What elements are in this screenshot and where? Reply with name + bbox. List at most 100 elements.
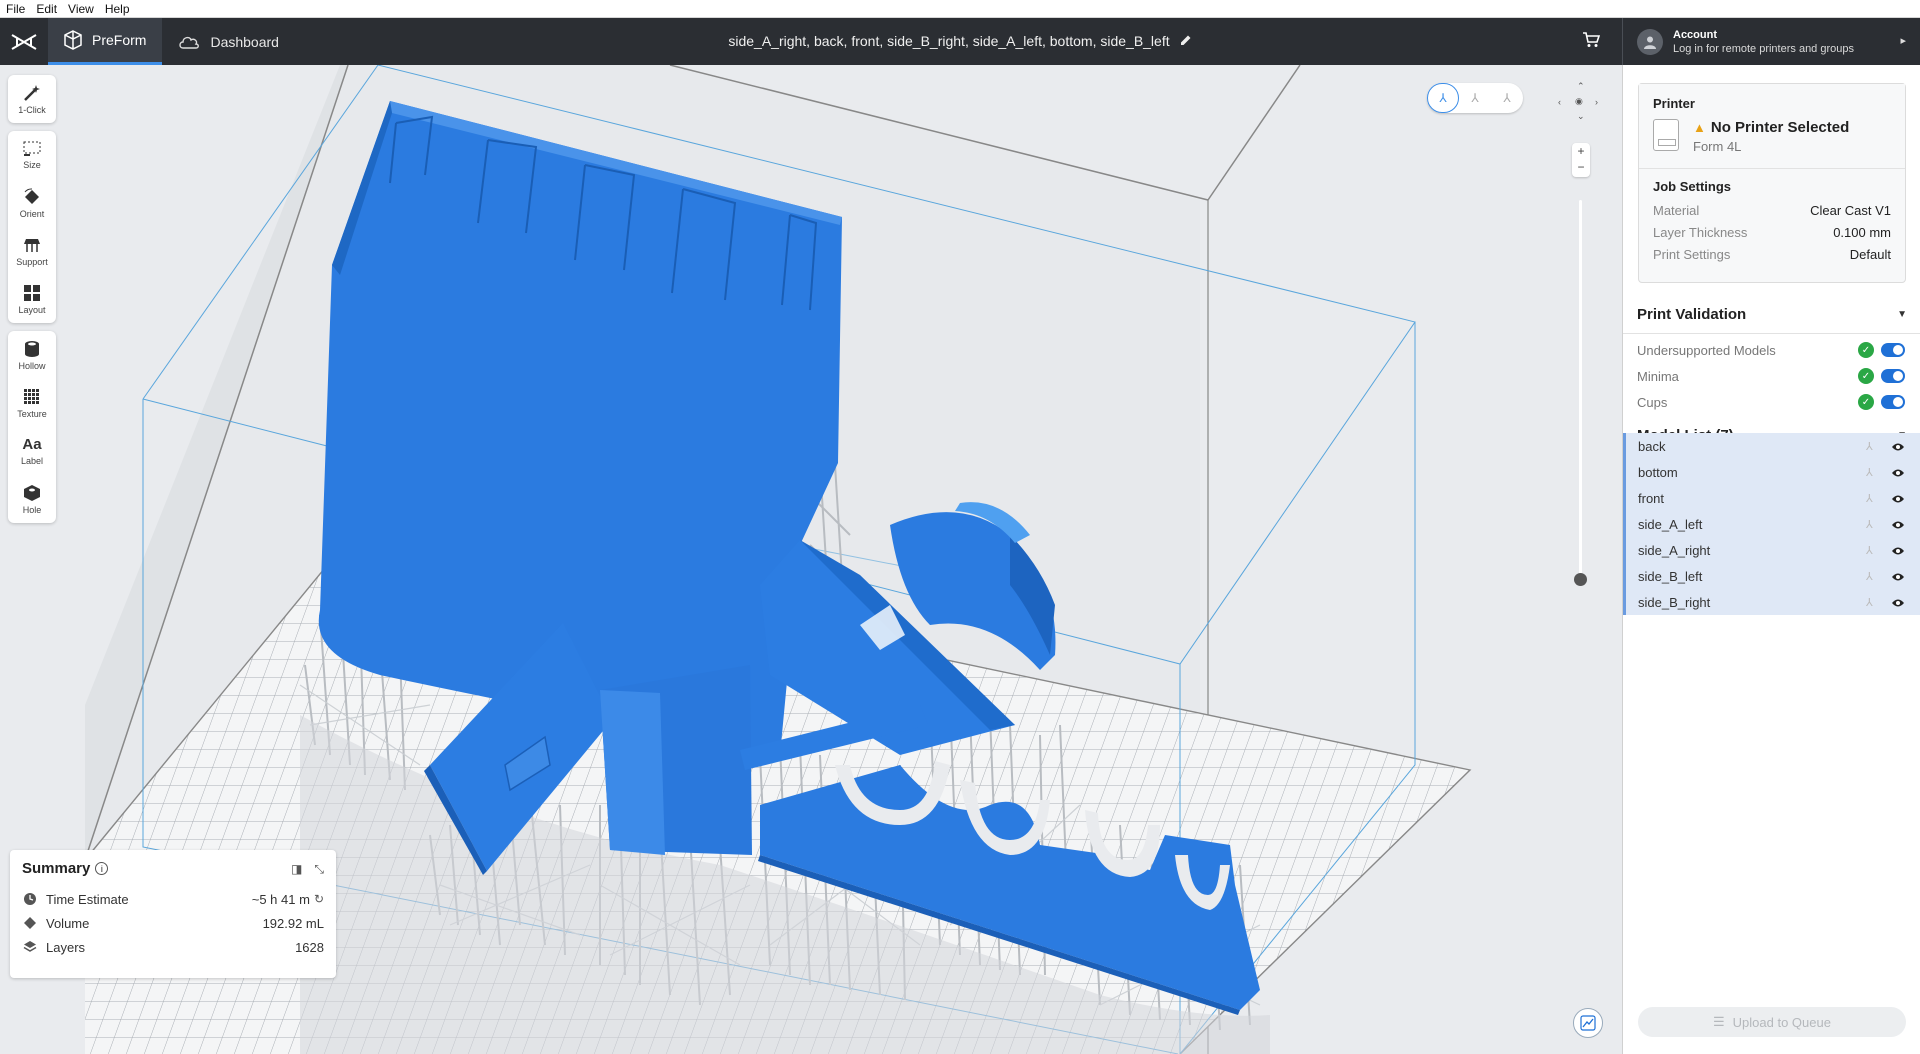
layout-icon — [24, 284, 40, 301]
model-name: side_B_right — [1638, 594, 1711, 610]
tool-label: 1-Click — [18, 104, 46, 115]
formlabs-logo-icon[interactable] — [0, 18, 48, 65]
chevron-down-icon[interactable]: ⌄ — [1577, 111, 1585, 122]
cloud-icon — [179, 36, 200, 49]
hollow-icon — [25, 340, 39, 357]
visibility-eye-icon[interactable] — [1891, 518, 1905, 533]
tool-group-oneclick: 1-Click — [8, 75, 56, 123]
model-name: side_B_left — [1638, 568, 1703, 584]
menu-edit[interactable]: Edit — [36, 2, 57, 16]
summary-row-label: Volume — [46, 915, 90, 931]
job-setting-value: Clear Cast V1 — [1810, 202, 1891, 218]
tool-size[interactable]: Size — [8, 131, 56, 179]
validation-label: Undersupported Models — [1637, 342, 1776, 358]
view-mode-3-button[interactable]: ⅄ — [1491, 83, 1523, 113]
validation-toggle[interactable] — [1881, 343, 1905, 357]
tool-orient[interactable]: Orient — [8, 179, 56, 227]
zoom-control: + − — [1572, 143, 1590, 177]
view-mode-1-button[interactable]: ⅄ — [1427, 83, 1459, 113]
summary-title: Summary — [22, 860, 91, 877]
visibility-eye-icon[interactable] — [1891, 544, 1905, 559]
panel-toggle-icon[interactable]: ◨ — [291, 862, 302, 877]
menu-file[interactable]: File — [6, 2, 25, 16]
chevron-left-icon[interactable]: ‹ — [1558, 97, 1561, 107]
model-name: side_A_right — [1638, 542, 1711, 558]
model-list-item[interactable]: side_A_left ⅄ — [1623, 511, 1920, 537]
model-list-item[interactable]: side_B_left ⅄ — [1623, 563, 1920, 589]
support-status-icon: ⅄ — [1866, 596, 1873, 609]
model-name: side_A_left — [1638, 516, 1703, 532]
visibility-eye-icon[interactable] — [1891, 440, 1905, 455]
eye-icon[interactable]: ◉ — [1575, 96, 1583, 107]
tool-support[interactable]: Support — [8, 227, 56, 275]
check-icon: ✓ — [1858, 342, 1874, 358]
tool-oneclick[interactable]: 1-Click — [8, 75, 56, 123]
upload-to-queue-button[interactable]: ☰ Upload to Queue — [1638, 1007, 1906, 1037]
upload-label: Upload to Queue — [1732, 1014, 1831, 1030]
model-list-item[interactable]: front ⅄ — [1623, 485, 1920, 511]
zoom-in-icon[interactable]: + — [1572, 143, 1590, 159]
account-button[interactable]: Account Log in for remote printers and g… — [1622, 18, 1920, 65]
hole-icon — [24, 484, 40, 501]
texture-icon — [24, 388, 39, 404]
collapse-icon[interactable]: ⤡ — [314, 862, 324, 877]
summary-row-value: ~5 h 41 m — [251, 891, 310, 907]
model-list-item[interactable]: side_A_right ⅄ — [1623, 537, 1920, 563]
tab-dashboard[interactable]: Dashboard — [162, 18, 295, 65]
job-title[interactable]: side_A_right, back, front, side_B_right,… — [540, 33, 1380, 49]
job-setting-value: 0.100 mm — [1833, 224, 1891, 240]
model-name: front — [1638, 490, 1665, 506]
avatar — [1637, 28, 1663, 55]
validation-toggle[interactable] — [1881, 369, 1905, 383]
tool-texture[interactable]: Texture — [8, 379, 56, 427]
camera-navigation[interactable]: ⌃ ‹ ◉ › ⌄ — [1555, 81, 1607, 131]
visibility-eye-icon[interactable] — [1891, 596, 1905, 611]
tool-layout[interactable]: Layout — [8, 275, 56, 323]
info-icon[interactable]: i — [95, 862, 109, 875]
print-validation-header[interactable]: Print Validation ▼ — [1623, 296, 1920, 334]
menu-view[interactable]: View — [68, 2, 94, 16]
support-status-icon: ⅄ — [1866, 544, 1873, 557]
validation-label: Cups — [1637, 394, 1668, 410]
check-icon: ✓ — [1858, 394, 1874, 410]
tab-dashboard-label: Dashboard — [210, 33, 279, 50]
scene-viewport[interactable]: 1-Click Size Orient Support Layout Hollo… — [0, 65, 1622, 1054]
summary-row-label: Time Estimate — [46, 891, 129, 907]
scene-settings-button[interactable] — [1573, 1008, 1603, 1038]
visibility-eye-icon[interactable] — [1891, 492, 1905, 507]
printer-card[interactable]: Printer ▲ No Printer Selected Form 4L Job… — [1638, 83, 1906, 283]
chevron-up-icon[interactable]: ⌃ — [1577, 81, 1585, 92]
visibility-eye-icon[interactable] — [1891, 570, 1905, 585]
tool-label: Label — [20, 456, 44, 466]
menu-bar: File Edit View Help — [0, 0, 1920, 18]
model-list-item[interactable]: back ⅄ — [1623, 433, 1920, 459]
refresh-icon[interactable]: ↻ — [314, 892, 324, 906]
support-status-icon: ⅄ — [1866, 570, 1873, 583]
model-list-item[interactable]: bottom ⅄ — [1623, 459, 1920, 485]
cart-icon[interactable] — [1582, 32, 1601, 51]
job-setting-row: Print Settings Default — [1653, 243, 1891, 265]
model-list-item[interactable]: side_B_right ⅄ — [1623, 589, 1920, 615]
validation-toggle[interactable] — [1881, 395, 1905, 409]
validation-row: Cups ✓ — [1623, 389, 1920, 415]
layer-slider-handle[interactable] — [1574, 573, 1587, 586]
summary-row-label: Layers — [46, 939, 86, 955]
summary-row: Layers 1628 — [22, 935, 324, 959]
view-mode-2-button[interactable]: ⅄ — [1459, 83, 1491, 113]
layer-slider-track[interactable] — [1579, 200, 1582, 578]
tool-hole[interactable]: Hole — [8, 475, 56, 523]
edit-pencil-icon[interactable] — [1180, 33, 1192, 49]
chevron-right-icon[interactable]: › — [1595, 97, 1598, 107]
menu-help[interactable]: Help — [105, 2, 130, 16]
tool-hollow[interactable]: Hollow — [8, 331, 56, 379]
support-status-icon: ⅄ — [1866, 466, 1873, 479]
job-setting-value: Default — [1849, 246, 1891, 262]
tool-label: Hole — [22, 504, 42, 515]
summary-row-value: 1628 — [295, 939, 324, 955]
queue-icon: ☰ — [1713, 1014, 1725, 1029]
view-mode-icon: ⅄ — [1439, 91, 1447, 105]
zoom-out-icon[interactable]: − — [1572, 159, 1590, 175]
tool-label-text[interactable]: Aa Label — [8, 427, 56, 475]
tab-preform[interactable]: PreForm — [48, 18, 163, 65]
visibility-eye-icon[interactable] — [1891, 466, 1905, 481]
